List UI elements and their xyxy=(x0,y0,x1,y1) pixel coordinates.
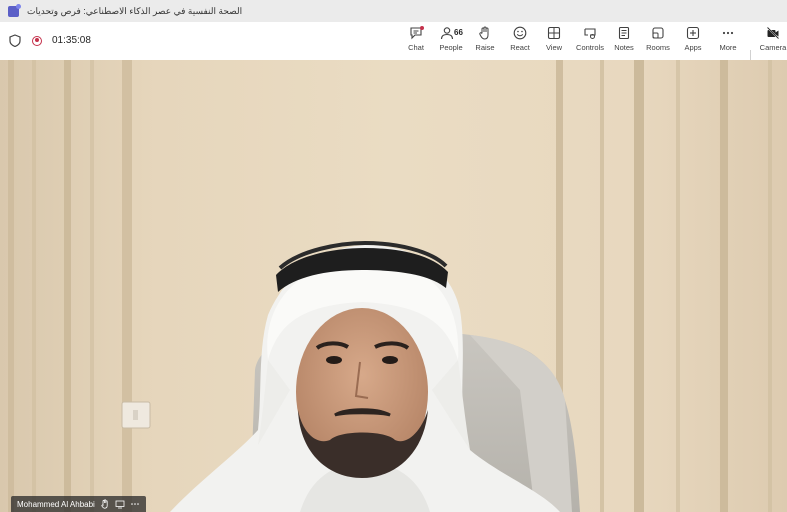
meeting-status: 01:35:08 xyxy=(9,34,91,47)
unread-dot xyxy=(420,26,424,30)
people-button[interactable]: 66 People xyxy=(434,26,468,58)
camera-label: Camera xyxy=(759,43,787,52)
chat-button[interactable]: Chat xyxy=(399,26,433,58)
smile-icon xyxy=(513,26,527,40)
apps-label: Apps xyxy=(684,43,702,52)
meeting-timer: 01:35:08 xyxy=(52,35,91,46)
react-label: React xyxy=(510,43,530,52)
camera-off-icon xyxy=(766,26,780,40)
rooms-label: Rooms xyxy=(646,43,670,52)
hand-raised-icon xyxy=(101,499,108,509)
raise-hand-button[interactable]: Raise xyxy=(468,26,502,58)
shield-icon[interactable] xyxy=(9,34,21,47)
camera-button[interactable]: Camera xyxy=(756,26,787,58)
ellipsis-icon xyxy=(722,31,734,35)
recording-icon xyxy=(32,35,42,46)
people-label: People xyxy=(439,43,463,52)
hand-icon xyxy=(479,26,489,40)
apps-button[interactable]: Apps xyxy=(676,26,710,58)
notes-label: Notes xyxy=(614,43,634,52)
people-icon xyxy=(440,27,454,40)
chat-label: Chat xyxy=(408,43,424,52)
controls-label: Controls xyxy=(576,43,604,52)
rooms-icon xyxy=(652,27,664,39)
more-options-icon[interactable] xyxy=(130,499,140,509)
video-frame xyxy=(0,60,787,512)
participant-name: Mohammed Al Ahbabi xyxy=(17,499,95,509)
grid-icon xyxy=(547,26,561,40)
react-button[interactable]: React xyxy=(503,26,537,58)
screen-share-icon xyxy=(115,500,125,509)
controls-button[interactable]: Controls xyxy=(573,26,607,58)
notes-icon xyxy=(618,26,630,40)
view-button[interactable]: View xyxy=(537,26,571,58)
plus-icon xyxy=(686,26,700,40)
title-bar: الصحة النفسية في عصر الذكاء الاصطناعي: ف… xyxy=(0,0,787,22)
raise-label: Raise xyxy=(475,43,495,52)
controls-icon xyxy=(584,28,596,39)
teams-logo-icon xyxy=(8,3,21,17)
view-label: View xyxy=(545,43,563,52)
more-label: More xyxy=(719,43,737,52)
rooms-button[interactable]: Rooms xyxy=(641,26,675,58)
participant-video[interactable]: Mohammed Al Ahbabi xyxy=(0,60,787,512)
more-button[interactable]: More xyxy=(711,26,745,58)
people-count: 66 xyxy=(454,28,463,37)
notes-button[interactable]: Notes xyxy=(607,26,641,58)
meeting-title: الصحة النفسية في عصر الذكاء الاصطناعي: ف… xyxy=(27,5,243,16)
participant-nameplate: Mohammed Al Ahbabi xyxy=(11,496,146,512)
meeting-toolbar: 01:35:08 Chat 66 People Raise React View… xyxy=(0,22,787,74)
